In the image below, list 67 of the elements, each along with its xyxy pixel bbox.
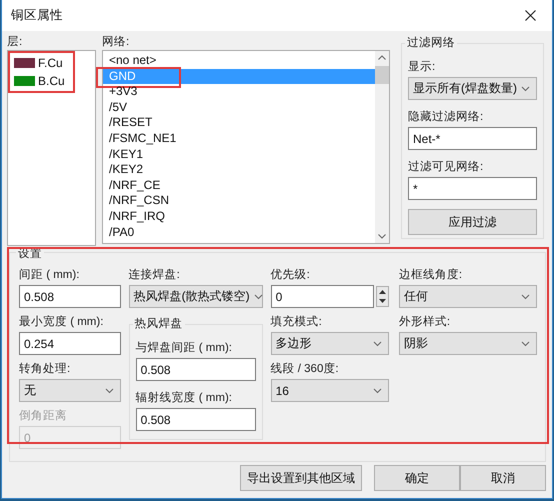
layer-item[interactable]: B.Cu (10, 72, 72, 90)
field-label: 间距 ( mm): (19, 268, 80, 283)
chevron-down-icon (521, 294, 530, 300)
close-button[interactable] (523, 8, 538, 23)
field-label: 边框线角度: (398, 268, 464, 283)
field-label: 优先级: (270, 268, 311, 283)
field-label: 倒角距离 (19, 409, 68, 424)
dropdown[interactable]: 阴影 (398, 332, 537, 355)
field-label: 填充模式: (270, 315, 323, 330)
spin-buttons[interactable] (376, 286, 389, 307)
input-field[interactable]: 0.254 (19, 332, 121, 355)
net-item[interactable]: /KEY2 (103, 162, 375, 178)
list-label: 网络: (102, 35, 130, 50)
field-label: 最小宽度 ( mm): (19, 315, 104, 330)
apply-filter-button[interactable]: 应用过滤 (408, 209, 537, 235)
dropdown[interactable]: 16 (270, 379, 389, 402)
dropdown[interactable]: 多边形 (270, 332, 389, 355)
net-item[interactable]: <no net> (103, 53, 375, 69)
input-field[interactable]: 0.508 (19, 285, 121, 308)
chevron-down-icon (104, 388, 114, 394)
arrow-down-icon (378, 299, 386, 304)
scroll-thumb[interactable] (375, 66, 389, 84)
chevron-down-icon (372, 388, 382, 394)
net-item[interactable]: /PA0 (103, 224, 375, 240)
input-field[interactable]: 0.508 (136, 358, 256, 381)
net-item[interactable]: /RESET (103, 115, 375, 131)
net-item[interactable]: /NRF_CSN (103, 193, 375, 209)
window-title: 铜区属性 (11, 7, 63, 24)
field-label: 线段 / 360度: (270, 362, 340, 377)
dropdown[interactable]: 显示所有(焊盘数量) (408, 77, 537, 100)
input-field[interactable]: Net-* (408, 127, 537, 150)
net-item[interactable]: +3V3 (103, 84, 375, 100)
list-label: 层: (7, 35, 24, 50)
input-field[interactable]: 0.508 (136, 408, 256, 431)
input-field[interactable]: 0 (270, 285, 374, 308)
net-item[interactable]: /NRF_IRQ (103, 208, 375, 225)
net-item[interactable]: /KEY1 (103, 146, 375, 162)
arrow-up-icon (378, 55, 386, 60)
net-item[interactable]: /5V (103, 100, 375, 116)
scrollbar[interactable] (375, 51, 389, 243)
cancel-button[interactable]: 取消 (460, 465, 546, 491)
field-label: 与焊盘间距 ( mm): (136, 341, 233, 356)
net-item[interactable]: /FSMC_NE1 (103, 130, 375, 147)
chevron-down-icon (372, 340, 382, 346)
chevron-down-icon (254, 294, 263, 300)
field-label: 转角处理: (19, 362, 72, 377)
dropdown[interactable]: 热风焊盘(散热式镂空) (128, 285, 263, 308)
field-label: 连接焊盘: (128, 268, 181, 283)
ok-button[interactable]: 确定 (374, 465, 460, 491)
field-label: 辐射线宽度 ( mm): (136, 391, 233, 406)
input-field[interactable]: * (408, 177, 537, 200)
dropdown[interactable]: 任何 (398, 285, 537, 308)
field-label: 显示: (408, 60, 436, 75)
chevron-down-icon (521, 340, 530, 346)
arrow-up-icon (378, 290, 386, 294)
field-label: 过滤可见网络: (408, 160, 484, 175)
group-title: 过滤网络 (405, 36, 457, 50)
arrow-down-icon (378, 234, 386, 239)
field-label: 外形样式: (398, 315, 452, 330)
dropdown[interactable]: 无 (19, 379, 121, 402)
net-item[interactable]: /NRF_CE (103, 178, 375, 194)
field-label: 隐藏过滤网络: (408, 110, 484, 125)
close-icon (525, 10, 536, 21)
chevron-down-icon (521, 86, 530, 92)
export-button[interactable]: 导出设置到其他区域 (240, 465, 362, 491)
group-title: 热风焊盘 (132, 317, 185, 331)
layer-item[interactable]: F.Cu (10, 54, 72, 72)
